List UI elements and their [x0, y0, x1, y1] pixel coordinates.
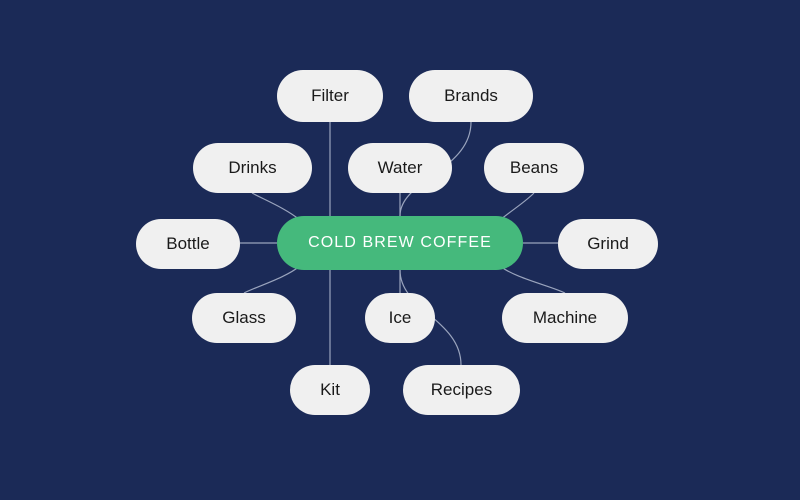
branch-node-label: Filter: [311, 86, 349, 105]
branch-node-bottle[interactable]: Bottle: [136, 219, 240, 269]
branch-node-label: Ice: [388, 308, 412, 327]
branch-node-grind[interactable]: Grind: [558, 219, 658, 269]
branch-node-recipes[interactable]: Recipes: [403, 365, 520, 415]
branch-node-label: Glass: [222, 308, 266, 327]
branch-node-label: Water: [377, 158, 423, 177]
branch-node-label: Recipes: [430, 380, 493, 399]
central-node[interactable]: COLD BREW COFFEE: [277, 216, 523, 270]
branch-node-label: Machine: [532, 308, 598, 327]
edge-drinks: [251, 192, 301, 221]
branch-node-label: Kit: [320, 380, 340, 399]
mindmap-canvas: Filter Brands Drinks Water Beans Bottle Grind G…: [0, 0, 800, 500]
branch-node-label: Brands: [444, 86, 498, 105]
edge-glass: [243, 265, 301, 294]
branch-node-brands[interactable]: Brands: [409, 70, 533, 122]
branch-node-ice[interactable]: Ice: [365, 293, 435, 343]
branch-node-kit[interactable]: Kit: [290, 365, 370, 415]
branch-node-label: Drinks: [228, 158, 277, 177]
branch-node-label: Beans: [509, 158, 559, 177]
branch-node-drinks[interactable]: Drinks: [193, 143, 312, 193]
branch-node-glass[interactable]: Glass: [192, 293, 296, 343]
branch-node-machine[interactable]: Machine: [502, 293, 628, 343]
edge-machine: [499, 265, 566, 294]
branch-node-water[interactable]: Water: [348, 143, 452, 193]
branch-node-label: Grind: [587, 234, 629, 253]
branch-node-label: Bottle: [166, 234, 210, 253]
branch-node-filter[interactable]: Filter: [277, 70, 383, 122]
edge-beans: [499, 192, 535, 221]
branch-node-beans[interactable]: Beans: [484, 143, 584, 193]
central-node-label: COLD BREW COFFEE: [308, 234, 492, 251]
